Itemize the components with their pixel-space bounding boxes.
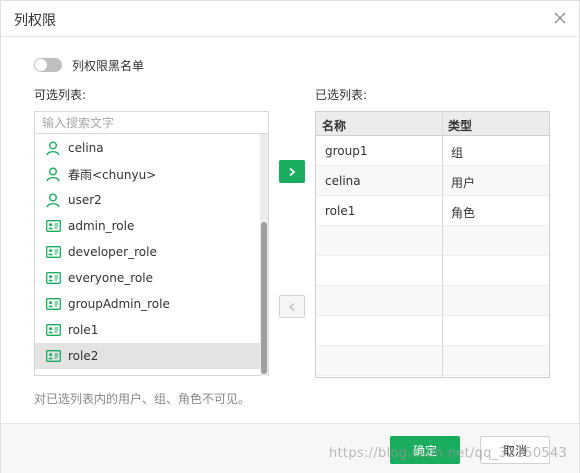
table-row[interactable]: role1 角色 [316, 196, 549, 226]
move-left-button[interactable] [279, 295, 305, 318]
table-row[interactable]: group1 组 [316, 136, 549, 166]
available-list-panel: celina 春雨<chunyu> user2 admin_role developer… [34, 111, 269, 376]
table-row [316, 256, 549, 286]
table-row[interactable]: celina 用户 [316, 166, 549, 196]
list-item[interactable]: role1 [35, 317, 268, 343]
list-item[interactable]: admin_role [35, 213, 268, 239]
role-card-icon [45, 218, 61, 234]
role-card-icon [45, 296, 61, 312]
chevron-left-icon [288, 302, 295, 311]
blacklist-toggle-row: 列权限黑名单 [34, 56, 144, 74]
cell-type: 组 [451, 146, 464, 160]
list-item-label: admin_role [68, 219, 135, 233]
available-list: celina 春雨<chunyu> user2 admin_role developer… [35, 135, 268, 375]
list-item-label: everyone_role [68, 271, 153, 285]
column-header-name: 名称 [322, 119, 347, 133]
blacklist-toggle[interactable] [34, 58, 62, 72]
user-icon [45, 140, 61, 156]
list-item-label: role1 [68, 323, 99, 337]
list-item[interactable]: user2 [35, 187, 268, 213]
column-permission-dialog: 列权限 列权限黑名单 可选列表: 已选列表: celina 春雨<chunyu> u… [0, 0, 580, 473]
cell-name: celina [325, 174, 361, 188]
list-item-label: celina [68, 141, 104, 155]
dialog-titlebar: 列权限 [1, 1, 579, 37]
column-header-type: 类型 [448, 119, 473, 133]
cell-type: 用户 [451, 176, 476, 190]
table-row [316, 316, 549, 346]
selected-table: 名称 类型 group1 组 celina 用户 role1 角色 [315, 111, 550, 378]
close-icon[interactable] [551, 9, 569, 27]
list-item[interactable]: role2 [35, 343, 268, 369]
scrollbar-thumb[interactable] [261, 222, 267, 374]
role-card-icon [45, 270, 61, 286]
watermark: https://blog.csdn.net/qq_32150543 [329, 446, 568, 461]
list-item[interactable]: groupAdmin_role [35, 291, 268, 317]
role-card-icon [45, 322, 61, 338]
role-card-icon [45, 348, 61, 364]
user-icon [45, 166, 61, 182]
list-item-label: user2 [68, 193, 102, 207]
table-row [316, 286, 549, 316]
table-header: 名称 类型 [316, 112, 549, 136]
table-row [316, 226, 549, 256]
list-item[interactable]: everyone_role [35, 265, 268, 291]
search-input[interactable] [35, 112, 268, 134]
dialog-title: 列权限 [14, 13, 56, 29]
move-right-button[interactable] [279, 160, 305, 183]
list-item[interactable]: developer_role [35, 239, 268, 265]
blacklist-toggle-label: 列权限黑名单 [72, 58, 145, 73]
list-item[interactable]: 春雨<chunyu> [35, 161, 268, 187]
cell-name: group1 [325, 144, 368, 158]
chevron-right-icon [289, 167, 296, 176]
column-divider [442, 112, 443, 377]
list-item-label: developer_role [68, 245, 157, 259]
list-item-label: 春雨<chunyu> [68, 167, 157, 182]
table-row [316, 346, 549, 376]
list-item-label: groupAdmin_role [68, 297, 170, 311]
role-card-icon [45, 244, 61, 260]
user-icon [45, 192, 61, 208]
selected-list-label: 已选列表: [315, 88, 368, 102]
cell-type: 角色 [451, 206, 476, 220]
available-list-scrollbar[interactable] [260, 134, 268, 376]
list-item[interactable]: celina [35, 135, 268, 161]
cell-name: role1 [325, 204, 356, 218]
available-list-label: 可选列表: [34, 88, 87, 102]
list-item-label: role2 [68, 349, 99, 363]
permission-note: 对已选列表内的用户、组、角色不可见。 [34, 392, 251, 406]
